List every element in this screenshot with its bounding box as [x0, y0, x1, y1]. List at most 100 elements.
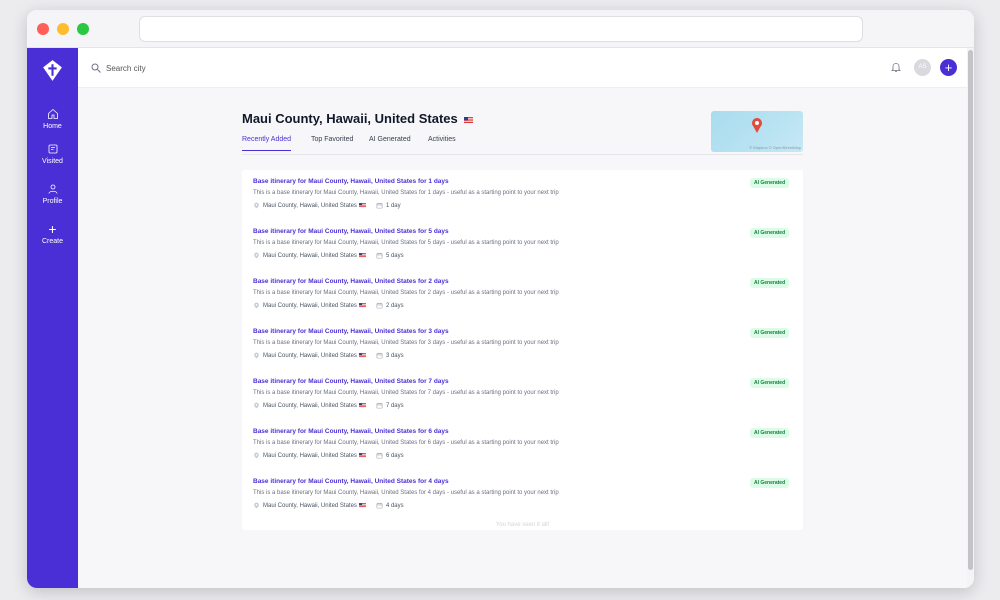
itinerary-list-item[interactable]: Base itinerary for Maui County, Hawaii, …	[253, 328, 793, 368]
itinerary-meta: Maui County, Hawaii, United States 5 days	[253, 252, 404, 262]
sidebar-item-home[interactable]: Home	[27, 107, 78, 130]
sidebar-item-profile[interactable]: Profile	[27, 182, 78, 205]
ai-generated-badge: AI Generated	[750, 278, 790, 288]
itinerary-duration: 7 days	[385, 403, 404, 410]
tab-activities[interactable]: Activities	[428, 136, 456, 150]
tabs-divider	[242, 154, 803, 155]
itinerary-title-link[interactable]: Base itinerary for Maui County, Hawaii, …	[253, 278, 449, 285]
page-title: Maui County, Hawaii, United States	[242, 111, 474, 126]
calendar-icon	[376, 452, 383, 459]
itinerary-location: Maui County, Hawaii, United States	[263, 353, 357, 360]
itinerary-duration: 2 days	[385, 303, 404, 310]
ai-generated-badge: AI Generated	[750, 378, 790, 388]
sidebar-item-label: Visited	[42, 158, 63, 165]
add-button[interactable]: +	[940, 59, 957, 76]
itinerary-meta: Maui County, Hawaii, United States 2 days	[253, 302, 404, 312]
ai-generated-badge: AI Generated	[750, 178, 790, 188]
ai-generated-badge: AI Generated	[750, 228, 790, 238]
itinerary-title-link[interactable]: Base itinerary for Maui County, Hawaii, …	[253, 178, 449, 185]
compass-logo-icon[interactable]	[40, 58, 65, 83]
itinerary-list-item[interactable]: Base itinerary for Maui County, Hawaii, …	[253, 178, 793, 218]
itinerary-title-link[interactable]: Base itinerary for Maui County, Hawaii, …	[253, 228, 449, 235]
calendar-icon	[376, 402, 383, 409]
tab-top-favorited[interactable]: Top Favorited	[311, 136, 353, 150]
ai-generated-badge: AI Generated	[750, 478, 790, 488]
itinerary-description: This is a base itinerary for Maui County…	[253, 290, 559, 296]
page-title-text: Maui County, Hawaii, United States	[242, 111, 458, 126]
itinerary-duration: 1 day	[385, 203, 401, 210]
itinerary-description: This is a base itinerary for Maui County…	[253, 440, 559, 446]
minimize-window-button[interactable]	[57, 23, 69, 35]
visited-icon	[48, 144, 57, 154]
itinerary-title-link[interactable]: Base itinerary for Maui County, Hawaii, …	[253, 478, 449, 485]
itinerary-list-item[interactable]: Base itinerary for Maui County, Hawaii, …	[253, 228, 793, 268]
search-input[interactable]	[106, 59, 306, 77]
ai-generated-badge: AI Generated	[750, 428, 790, 438]
tab-ai-generated[interactable]: AI Generated	[369, 136, 411, 150]
us-flag-icon	[358, 303, 366, 308]
us-flag-icon	[358, 253, 366, 258]
ai-generated-badge: AI Generated	[750, 328, 790, 338]
search-icon	[91, 63, 101, 73]
sidebar-item-label: Profile	[42, 198, 63, 205]
sidebar: Home Visited Profile + Create	[27, 48, 78, 588]
location-pin-icon	[254, 352, 259, 359]
itinerary-location: Maui County, Hawaii, United States	[263, 403, 357, 410]
location-pin-icon	[254, 452, 259, 459]
browser-chrome	[27, 10, 974, 48]
main-content: Maui County, Hawaii, United States Recen…	[78, 88, 967, 588]
scrollbar-thumb[interactable]	[968, 50, 973, 570]
itinerary-meta: Maui County, Hawaii, United States 7 days	[253, 402, 404, 412]
itinerary-duration: 6 days	[385, 453, 404, 460]
itinerary-list: Base itinerary for Maui County, Hawaii, …	[242, 170, 803, 530]
us-flag-icon	[358, 453, 366, 458]
map-preview[interactable]: © Mapbox © OpenStreetMap	[711, 111, 803, 152]
bell-icon[interactable]	[890, 61, 902, 73]
itinerary-title-link[interactable]: Base itinerary for Maui County, Hawaii, …	[253, 378, 449, 385]
scrollbar[interactable]	[967, 48, 974, 588]
itinerary-description: This is a base itinerary for Maui County…	[253, 390, 559, 396]
itinerary-location: Maui County, Hawaii, United States	[263, 203, 357, 210]
location-pin-icon	[254, 252, 259, 259]
tab-recently-added[interactable]: Recently Added	[242, 136, 292, 151]
us-flag-icon	[358, 503, 366, 508]
itinerary-duration: 4 days	[385, 503, 404, 510]
us-flag-icon	[358, 353, 366, 358]
itinerary-list-item[interactable]: Base itinerary for Maui County, Hawaii, …	[253, 378, 793, 418]
itinerary-meta: Maui County, Hawaii, United States 3 days	[253, 352, 404, 362]
plus-icon: +	[48, 221, 57, 237]
us-flag-icon	[464, 116, 474, 123]
calendar-icon	[376, 352, 383, 359]
itinerary-description: This is a base itinerary for Maui County…	[253, 490, 559, 496]
us-flag-icon	[358, 403, 366, 408]
location-pin-icon	[254, 302, 259, 309]
itinerary-location: Maui County, Hawaii, United States	[263, 303, 357, 310]
itinerary-title-link[interactable]: Base itinerary for Maui County, Hawaii, …	[253, 328, 449, 335]
sidebar-item-label: Create	[41, 238, 63, 245]
address-bar[interactable]	[139, 16, 863, 42]
browser-window: Home Visited Profile + Create Search cit…	[27, 10, 974, 588]
sidebar-item-visited[interactable]: Visited	[27, 142, 78, 165]
calendar-icon	[376, 202, 383, 209]
home-icon	[47, 108, 58, 119]
close-window-button[interactable]	[37, 23, 49, 35]
calendar-icon	[376, 302, 383, 309]
sidebar-item-create[interactable]: + Create	[27, 222, 78, 245]
itinerary-list-item[interactable]: Base itinerary for Maui County, Hawaii, …	[253, 278, 793, 318]
itinerary-title-link[interactable]: Base itinerary for Maui County, Hawaii, …	[253, 428, 449, 435]
maximize-window-button[interactable]	[77, 23, 89, 35]
itinerary-list-item[interactable]: Base itinerary for Maui County, Hawaii, …	[253, 428, 793, 468]
location-pin-icon	[254, 502, 259, 509]
avatar[interactable]: AS	[914, 59, 931, 76]
location-pin-icon	[254, 202, 259, 209]
itinerary-meta: Maui County, Hawaii, United States 4 days	[253, 502, 404, 512]
end-of-list-note: You have seen it all!	[495, 522, 550, 528]
itinerary-description: This is a base itinerary for Maui County…	[253, 340, 559, 346]
itinerary-location: Maui County, Hawaii, United States	[263, 503, 357, 510]
itinerary-duration: 5 days	[385, 253, 404, 260]
sidebar-item-label: Home	[43, 123, 62, 130]
itinerary-list-item[interactable]: Base itinerary for Maui County, Hawaii, …	[253, 478, 793, 518]
map-attribution: © Mapbox © OpenStreetMap	[749, 145, 801, 150]
itinerary-meta: Maui County, Hawaii, United States 6 days	[253, 452, 404, 462]
itinerary-description: This is a base itinerary for Maui County…	[253, 240, 559, 246]
